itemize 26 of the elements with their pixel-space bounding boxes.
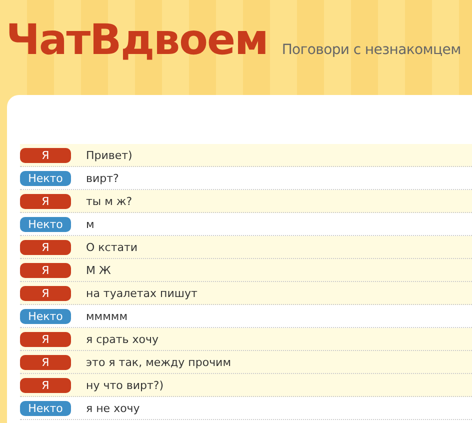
site-logo[interactable]: ЧатВдвоем [6,12,268,68]
message-text: м [86,218,94,230]
author-badge: Я [20,148,71,162]
message-text: ну что вирт?) [86,378,164,392]
author-badge: Некто [20,308,71,324]
message-text: вирт? [86,172,119,184]
message-text: я не хочу [86,402,140,414]
author-badge: Я [20,332,71,346]
message-text: ты м ж? [86,194,132,208]
author-badge: Я [20,262,71,278]
message-text: это я так, между прочим [86,356,232,368]
message-text: я срать хочу [86,332,159,346]
author-badge: Некто [20,170,71,186]
message-text: Привет) [86,148,132,162]
message-text: ммммм [86,310,128,322]
author-badge: Я [20,378,71,392]
author-badge: Я [20,194,71,208]
message-text: на туалетах пишут [86,286,198,300]
author-badge: Я [20,354,71,370]
author-badge: Некто [20,216,71,232]
message-text: М Ж [86,264,111,276]
site-tagline: Поговори с незнакомцем [282,42,461,58]
message-text: О кстати [86,240,138,254]
author-badge: Я [20,240,71,254]
author-badge: Я [20,286,71,300]
author-badge: Некто [20,400,71,416]
